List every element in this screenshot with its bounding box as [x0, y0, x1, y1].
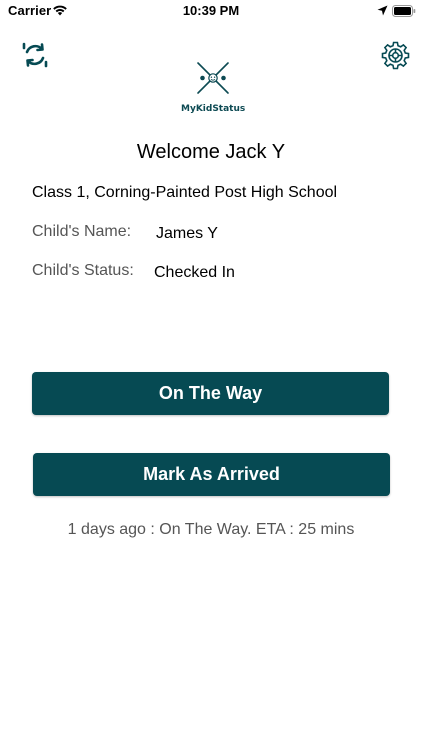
battery-icon	[392, 5, 416, 17]
on-the-way-button-label: On The Way	[158, 383, 263, 403]
status-bar: Carrier 10:39 PM	[0, 0, 422, 22]
on-the-way-button[interactable]: On The Way	[32, 372, 389, 415]
mark-as-arrived-button[interactable]: Mark As Arrived	[33, 453, 390, 496]
gear-icon[interactable]	[381, 41, 410, 70]
child-status-label: Child's Status:	[32, 262, 134, 279]
logo-mark-icon	[197, 62, 229, 94]
child-name-value: James Y	[156, 225, 218, 242]
app-logo: MyKidStatus	[181, 60, 245, 118]
location-arrow-icon	[377, 5, 388, 16]
mark-as-arrived-button-label: Mark As Arrived	[143, 464, 280, 484]
refresh-icon[interactable]	[22, 42, 48, 68]
last-update-text: 1 days ago : On The Way. ETA : 25 mins	[67, 521, 355, 538]
status-time: 10:39 PM	[182, 3, 240, 18]
child-status-value: Checked In	[154, 264, 235, 281]
logo-text: MyKidStatus	[181, 104, 246, 114]
child-name-label: Child's Name:	[32, 223, 132, 240]
welcome-heading: Welcome Jack Y	[136, 141, 286, 163]
school-label: Class 1, Corning-Painted Post High Schoo…	[32, 184, 338, 201]
